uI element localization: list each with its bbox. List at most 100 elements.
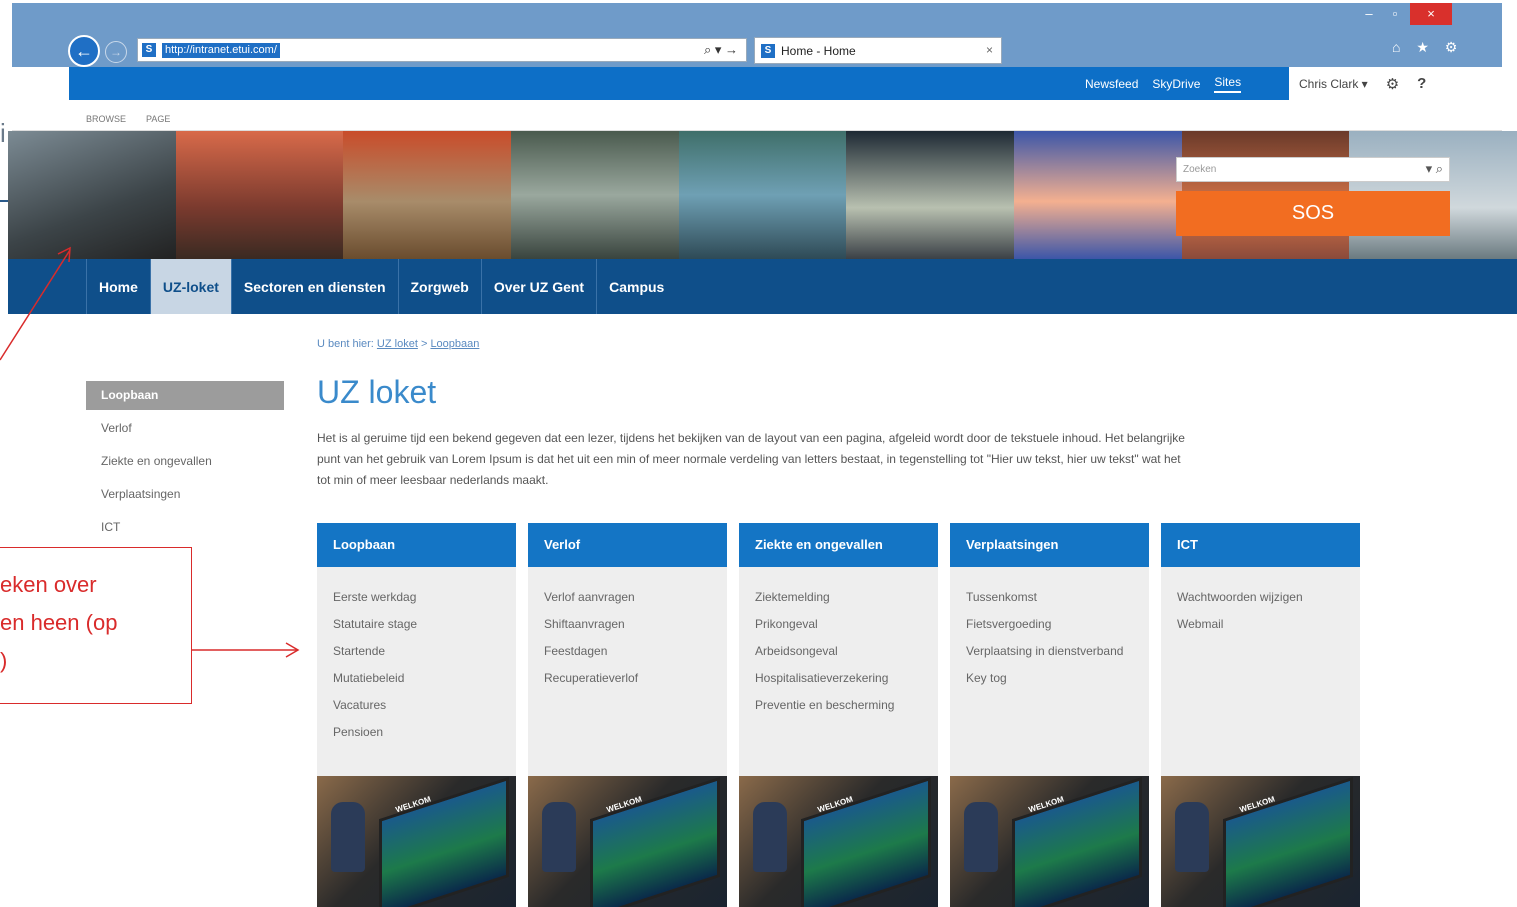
top-navigation-items: Home UZ-loket Sectoren en diensten Zorgw… xyxy=(86,259,676,314)
banner-photo xyxy=(846,131,1015,259)
card-image-screen xyxy=(379,776,509,907)
card-link[interactable]: Arbeidsongeval xyxy=(755,638,922,665)
card-link[interactable]: Wachtwoorden wijzigen xyxy=(1177,584,1344,611)
help-icon[interactable]: ? xyxy=(1417,75,1426,92)
card-grid: Loopbaan Eerste werkdag Statutaire stage… xyxy=(317,523,1360,907)
card-image: WELKOM xyxy=(950,776,1149,907)
card-image-screen xyxy=(1012,776,1142,907)
minimize-button[interactable]: – xyxy=(1358,3,1380,25)
card-link-list: Tussenkomst Fietsvergoeding Verplaatsing… xyxy=(950,567,1149,776)
suite-link-skydrive[interactable]: SkyDrive xyxy=(1152,77,1200,91)
card-title[interactable]: ICT xyxy=(1161,523,1360,567)
card-image-person xyxy=(542,802,576,872)
card-image-person xyxy=(753,802,787,872)
address-bar[interactable]: S http://intranet.etui.com/ ⌕ ▾ → xyxy=(137,38,747,62)
banner-photo xyxy=(678,131,847,259)
intro-text: Het is al geruime tijd een bekend gegeve… xyxy=(317,431,1185,487)
search-placeholder: Zoeken xyxy=(1183,164,1217,175)
card-link[interactable]: Pensioen xyxy=(333,719,500,746)
search-icon[interactable]: ▾ ⌕ xyxy=(1426,161,1443,177)
card-title[interactable]: Verlof xyxy=(528,523,727,567)
topnav-item-home[interactable]: Home xyxy=(86,259,150,314)
maximize-button[interactable]: ▫ xyxy=(1384,3,1406,25)
card-link[interactable]: Key tog xyxy=(966,665,1133,692)
card-link[interactable]: Fietsvergoeding xyxy=(966,611,1133,638)
card-link[interactable]: Webmail xyxy=(1177,611,1344,638)
card-link[interactable]: Prikongeval xyxy=(755,611,922,638)
card-verplaatsingen: Verplaatsingen Tussenkomst Fietsvergoedi… xyxy=(950,523,1149,907)
card-link[interactable]: Vacatures xyxy=(333,692,500,719)
search-input[interactable]: Zoeken ▾ ⌕ xyxy=(1176,157,1450,182)
breadcrumb-link-uz-loket[interactable]: UZ loket xyxy=(377,338,418,350)
suite-link-newsfeed[interactable]: Newsfeed xyxy=(1085,77,1138,91)
card-link-list: Eerste werkdag Statutaire stage Startend… xyxy=(317,567,516,776)
card-link[interactable]: Mutatiebeleid xyxy=(333,665,500,692)
card-link[interactable]: Preventie en bescherming xyxy=(755,692,922,719)
card-link[interactable]: Statutaire stage xyxy=(333,611,500,638)
leftnav-item-ict[interactable]: ICT xyxy=(86,511,284,544)
card-link[interactable]: Shiftaanvragen xyxy=(544,611,711,638)
leftnav-item-verplaatsingen[interactable]: Verplaatsingen xyxy=(86,478,284,511)
card-image-person xyxy=(1175,802,1209,872)
address-tools[interactable]: ⌕ ▾ → xyxy=(704,42,738,58)
card-title[interactable]: Verplaatsingen xyxy=(950,523,1149,567)
card-link-list: Ziektemelding Prikongeval Arbeidsongeval… xyxy=(739,567,938,776)
gear-icon[interactable]: ⚙ xyxy=(1386,75,1399,93)
ribbon: BROWSE PAGE xyxy=(12,100,1502,131)
leftnav-item-verlof[interactable]: Verlof xyxy=(86,412,284,445)
topnav-item-sectoren[interactable]: Sectoren en diensten xyxy=(230,259,398,314)
topnav-item-uz-loket[interactable]: UZ-loket xyxy=(149,259,231,314)
card-image-screen xyxy=(1223,776,1353,907)
banner-photo xyxy=(511,131,679,259)
address-url[interactable]: http://intranet.etui.com/ xyxy=(162,43,280,58)
leftnav-item-ziekte[interactable]: Ziekte en ongevallen xyxy=(86,445,284,478)
browser-chrome: ← → S http://intranet.etui.com/ ⌕ ▾ → S … xyxy=(12,3,1502,67)
sharepoint-logo-icon: S xyxy=(142,43,156,57)
ribbon-tab-browse[interactable]: BROWSE xyxy=(86,114,126,124)
leftnav-item-loopbaan[interactable]: Loopbaan xyxy=(86,381,284,410)
banner-photo xyxy=(8,131,176,259)
user-menu[interactable]: Chris Clark ▾ xyxy=(1299,77,1368,91)
topnav-item-over-uz-gent[interactable]: Over UZ Gent xyxy=(480,259,596,314)
suite-link-sites[interactable]: Sites xyxy=(1214,75,1242,93)
card-title[interactable]: Ziekte en ongevallen xyxy=(739,523,938,567)
card-image: WELKOM xyxy=(317,776,516,907)
card-link[interactable]: Recuperatieverlof xyxy=(544,665,711,692)
ribbon-tab-page[interactable]: PAGE xyxy=(146,114,170,124)
sos-button[interactable]: SOS xyxy=(1176,191,1450,236)
card-link[interactable]: Startende xyxy=(333,638,500,665)
card-link[interactable]: Ziektemelding xyxy=(755,584,922,611)
card-ict: ICT Wachtwoorden wijzigen Webmail WELKOM xyxy=(1161,523,1360,907)
user-area: Chris Clark ▾ ⚙ ? xyxy=(1289,67,1502,100)
card-link-list: Verlof aanvragen Shiftaanvragen Feestdag… xyxy=(528,567,727,776)
breadcrumb-prefix: U bent hier: xyxy=(317,338,377,350)
breadcrumb-link-loopbaan[interactable]: Loopbaan xyxy=(430,338,479,350)
suite-links: Newsfeed SkyDrive Sites xyxy=(1085,67,1242,100)
banner-photo xyxy=(343,131,512,259)
page-title: UZ loket xyxy=(317,374,437,410)
topnav-item-zorgweb[interactable]: Zorgweb xyxy=(397,259,481,314)
card-link[interactable]: Hospitalisatieverzekering xyxy=(755,665,922,692)
card-link[interactable]: Verplaatsing in dienstverband xyxy=(966,638,1133,665)
card-link[interactable]: Verlof aanvragen xyxy=(544,584,711,611)
breadcrumb: U bent hier: UZ loket > Loopbaan xyxy=(317,338,479,350)
annotation-arrowhead-cards xyxy=(285,642,300,658)
browser-tab[interactable]: S Home - Home × xyxy=(754,37,1002,64)
card-title[interactable]: Loopbaan xyxy=(317,523,516,567)
topnav-item-campus[interactable]: Campus xyxy=(596,259,676,314)
card-image-person xyxy=(964,802,998,872)
suite-bar: Newsfeed SkyDrive Sites Chris Clark ▾ ⚙ … xyxy=(69,67,1502,100)
tab-close-icon[interactable]: × xyxy=(986,43,993,57)
left-navigation: Loopbaan Verlof Ziekte en ongevallen Ver… xyxy=(86,381,284,544)
card-link[interactable]: Eerste werkdag xyxy=(333,584,500,611)
annotation-text: eken over en heen (op ) xyxy=(0,572,118,673)
card-image: WELKOM xyxy=(1161,776,1360,907)
card-link[interactable]: Tussenkomst xyxy=(966,584,1133,611)
card-link[interactable]: Feestdagen xyxy=(544,638,711,665)
forward-arrow-icon[interactable]: → xyxy=(105,41,127,63)
tab-title: Home - Home xyxy=(781,44,856,58)
home-favorites-settings-icons[interactable]: ⌂ ★ ⚙ xyxy=(1392,39,1463,56)
banner-photo xyxy=(1014,131,1182,259)
close-window-button[interactable]: × xyxy=(1410,3,1452,25)
back-arrow-icon[interactable]: ← xyxy=(68,35,100,67)
